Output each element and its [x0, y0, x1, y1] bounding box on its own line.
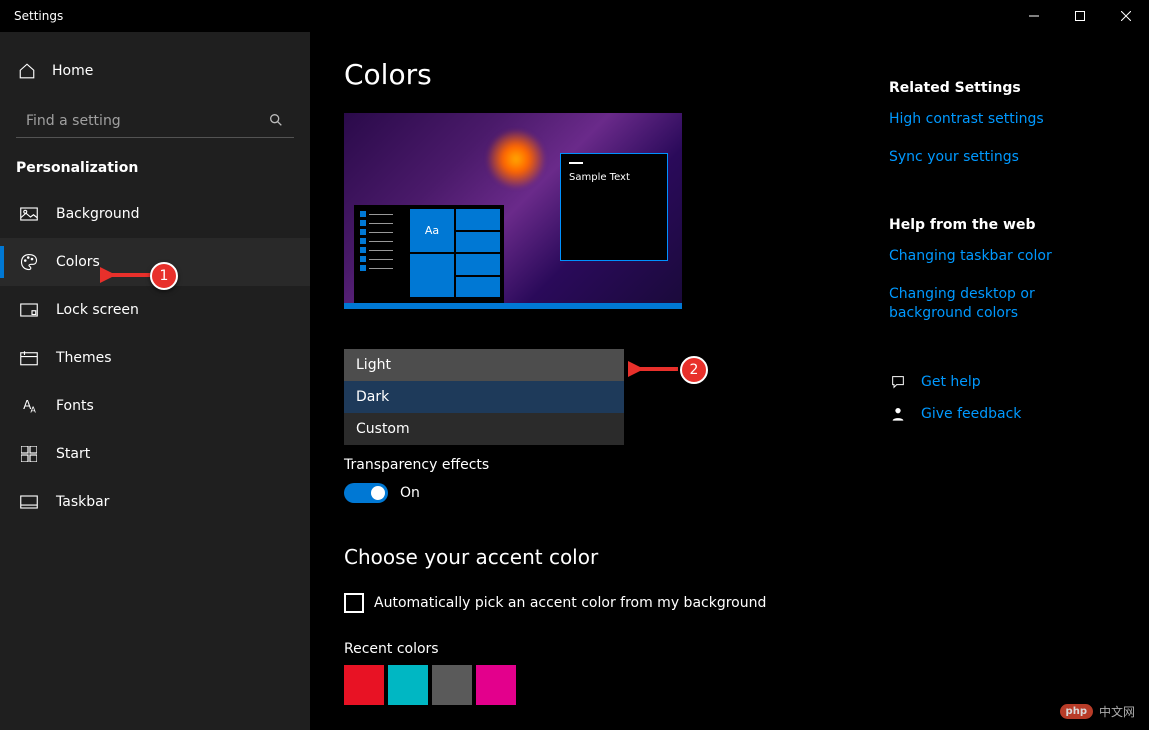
- auto-accent-checkbox[interactable]: [344, 593, 364, 613]
- home-label: Home: [52, 63, 93, 79]
- related-settings-heading: Related Settings: [889, 80, 1109, 96]
- color-swatch[interactable]: [344, 665, 384, 705]
- chat-icon: [889, 374, 907, 390]
- recent-colors: [344, 665, 1149, 705]
- changing-taskbar-link[interactable]: Changing taskbar color: [889, 247, 1109, 267]
- get-help-link[interactable]: Get help: [889, 374, 1109, 390]
- home-icon: [18, 62, 36, 80]
- sidebar-item-label: Fonts: [56, 398, 94, 414]
- search-container: [16, 104, 294, 138]
- title-bar: Settings: [0, 0, 1149, 32]
- annotation-arrow-2: [628, 360, 684, 378]
- color-swatch[interactable]: [388, 665, 428, 705]
- sidebar-item-start[interactable]: Start: [0, 430, 310, 478]
- high-contrast-link[interactable]: High contrast settings: [889, 110, 1109, 130]
- fonts-icon: AA: [20, 398, 38, 414]
- sidebar-item-themes[interactable]: Themes: [0, 334, 310, 382]
- preview-start-menu: Aa: [354, 205, 504, 303]
- watermark: php 中文网: [1060, 703, 1135, 720]
- accent-heading: Choose your accent color: [344, 545, 1149, 569]
- annotation-callout-2: 2: [680, 356, 708, 384]
- auto-accent-label: Automatically pick an accent color from …: [374, 595, 766, 611]
- preview-tile-aa: Aa: [410, 209, 454, 252]
- minimize-button[interactable]: [1011, 0, 1057, 32]
- recent-colors-label: Recent colors: [344, 641, 1149, 657]
- sidebar-item-lock-screen[interactable]: Lock screen: [0, 286, 310, 334]
- sidebar-item-background[interactable]: Background: [0, 190, 310, 238]
- dropdown-option-custom[interactable]: Custom: [344, 413, 624, 445]
- sidebar: Home Personalization Background Colors L…: [0, 32, 310, 730]
- themes-icon: [20, 350, 38, 366]
- dropdown-option-dark[interactable]: Dark: [344, 381, 624, 413]
- color-swatch[interactable]: [432, 665, 472, 705]
- annotation-callout-1: 1: [150, 262, 178, 290]
- help-web-heading: Help from the web: [889, 217, 1109, 233]
- annotation-arrow-1: [100, 266, 156, 284]
- start-icon: [20, 446, 38, 462]
- color-mode-dropdown[interactable]: Light Dark Custom: [344, 349, 624, 445]
- sidebar-item-label: Colors: [56, 254, 100, 270]
- sidebar-item-label: Taskbar: [56, 494, 109, 510]
- sidebar-item-taskbar[interactable]: Taskbar: [0, 478, 310, 526]
- dropdown-option-light[interactable]: Light: [344, 349, 624, 381]
- section-label: Personalization: [0, 154, 310, 190]
- feedback-icon: [889, 406, 907, 422]
- watermark-logo: php: [1060, 704, 1093, 719]
- changing-desktop-link[interactable]: Changing desktop or background colors: [889, 285, 1109, 324]
- search-icon: [268, 112, 284, 132]
- transparency-toggle[interactable]: [344, 483, 388, 503]
- color-swatch[interactable]: [476, 665, 516, 705]
- palette-icon: [20, 253, 38, 271]
- sidebar-item-label: Background: [56, 206, 140, 222]
- preview-sample-window: Sample Text: [560, 153, 668, 261]
- home-link[interactable]: Home: [0, 52, 310, 90]
- taskbar-icon: [20, 495, 38, 509]
- sample-text: Sample Text: [569, 172, 659, 183]
- lock-screen-icon: [20, 303, 38, 317]
- give-feedback-link[interactable]: Give feedback: [889, 406, 1109, 422]
- maximize-button[interactable]: [1057, 0, 1103, 32]
- search-input[interactable]: [16, 104, 294, 138]
- watermark-text: 中文网: [1099, 703, 1135, 720]
- sidebar-item-label: Themes: [56, 350, 112, 366]
- right-column: Related Settings High contrast settings …: [889, 80, 1109, 438]
- color-preview: Aa Sample Text: [344, 113, 682, 309]
- window-title: Settings: [14, 9, 63, 23]
- sidebar-item-fonts[interactable]: AA Fonts: [0, 382, 310, 430]
- window-controls: [1011, 0, 1149, 32]
- sidebar-item-label: Lock screen: [56, 302, 139, 318]
- sidebar-item-label: Start: [56, 446, 90, 462]
- transparency-state: On: [400, 485, 420, 501]
- close-button[interactable]: [1103, 0, 1149, 32]
- sync-settings-link[interactable]: Sync your settings: [889, 148, 1109, 168]
- picture-icon: [20, 207, 38, 221]
- transparency-label: Transparency effects: [344, 457, 1149, 473]
